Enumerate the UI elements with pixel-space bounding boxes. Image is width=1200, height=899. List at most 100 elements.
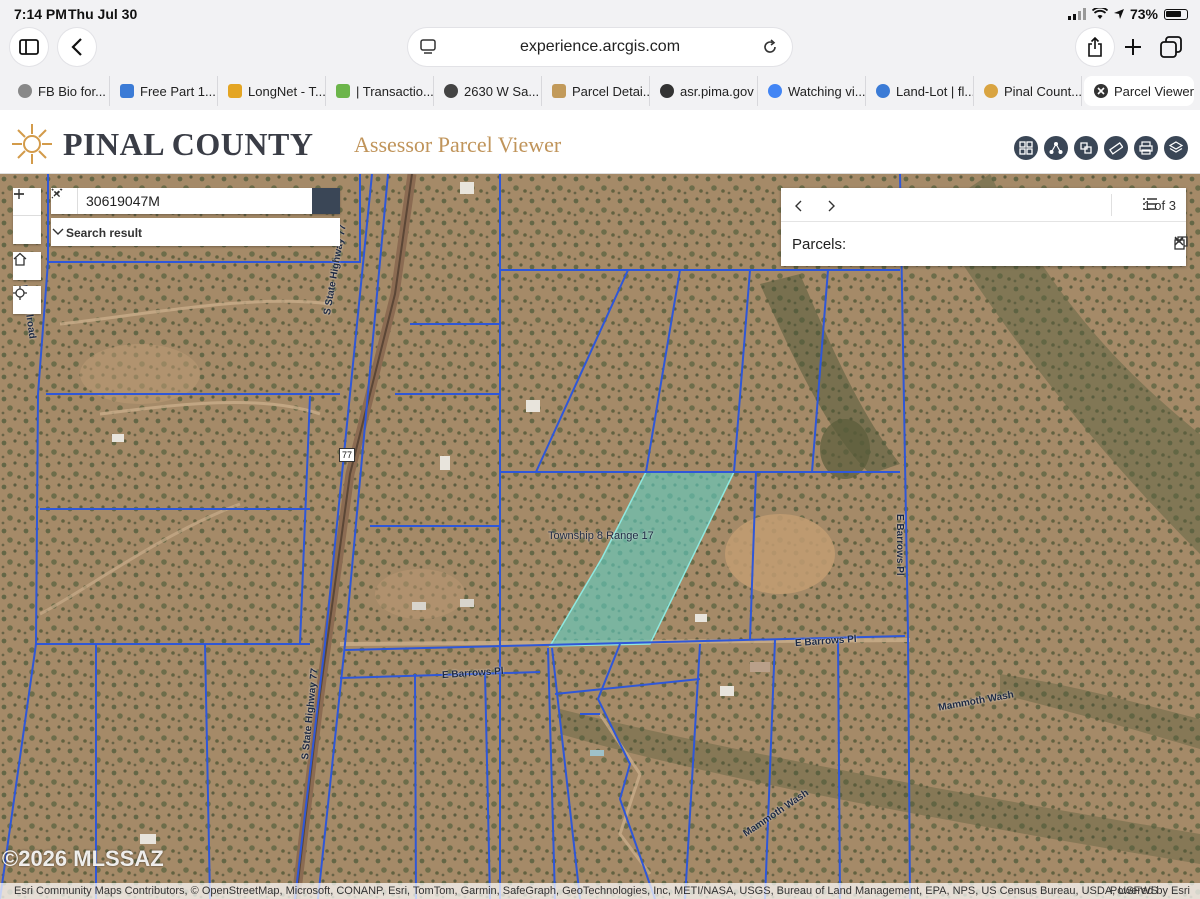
- share-button[interactable]: [1076, 28, 1114, 66]
- search-result-dropdown[interactable]: Search result: [51, 218, 340, 246]
- powered-by-esri[interactable]: Powered by Esri: [1110, 885, 1190, 897]
- previous-feature-button[interactable]: [794, 200, 804, 212]
- divider: [1111, 194, 1112, 216]
- chevron-left-icon: [71, 38, 82, 56]
- popup-nav: 1 of 3: [781, 188, 1186, 222]
- tab-label: | Transactio...: [356, 83, 434, 99]
- popup-title: Parcels:: [792, 236, 847, 253]
- tab-label: Pinal Count...: [1004, 83, 1082, 99]
- leaf-icon: [336, 84, 350, 98]
- next-feature-button[interactable]: [826, 200, 836, 212]
- app-header: PINAL COUNTY Assessor Parcel Viewer: [0, 110, 1200, 174]
- status-indicators: 73%: [1067, 6, 1188, 22]
- search-button[interactable]: [51, 188, 340, 214]
- tab-label: Parcel Detai...: [572, 83, 650, 99]
- barrows-label-vertical: E Barrows Pl: [894, 514, 905, 576]
- locate-button[interactable]: [13, 286, 41, 314]
- minus-icon: [14, 193, 24, 195]
- browser-tab-active[interactable]: Parcel Viewer: [1084, 76, 1194, 106]
- search-widget: Search result: [51, 188, 340, 246]
- chart-icon: [228, 84, 242, 98]
- tab-label: FB Bio for...: [38, 83, 106, 99]
- measure-icon: [1109, 142, 1123, 155]
- home-icon: [13, 252, 27, 266]
- close-icon[interactable]: [1174, 236, 1184, 246]
- back-button[interactable]: [58, 28, 96, 66]
- sidebar-icon: [19, 39, 39, 55]
- map-view[interactable]: 77 Township 8 Range 17 S State Highway 7…: [0, 174, 1200, 899]
- header-toolbar: [1014, 136, 1188, 160]
- search-icon: [51, 188, 65, 202]
- tab-overview-button[interactable]: [1158, 34, 1184, 60]
- doc-icon: [120, 84, 134, 98]
- browser-tab[interactable]: FB Bio for...: [8, 76, 110, 106]
- status-bar: 7:14 PM Thu Jul 30 73%: [0, 0, 1200, 28]
- layers-button[interactable]: [1164, 136, 1188, 160]
- google-icon: [768, 84, 782, 98]
- map-attribution: Esri Community Maps Contributors, © Open…: [0, 883, 1200, 899]
- search-input[interactable]: [78, 188, 286, 214]
- browser-tab[interactable]: Free Part 1...: [110, 76, 218, 106]
- share-icon: [1088, 37, 1102, 57]
- browser-tab[interactable]: Pinal Count...: [974, 76, 1082, 106]
- search-result-label: Search result: [66, 226, 143, 240]
- plus-icon: [1125, 39, 1141, 55]
- share-map-button[interactable]: [1044, 136, 1068, 160]
- close-icon[interactable]: [1094, 84, 1108, 98]
- basemap-gallery-icon: [1019, 141, 1033, 155]
- layer-list-icon: [1080, 142, 1092, 154]
- browser-tab[interactable]: LongNet - T...: [218, 76, 326, 106]
- list-icon: [1143, 198, 1158, 210]
- feature-menu-button[interactable]: 1 of 3: [1143, 198, 1176, 213]
- new-tab-button[interactable]: [1120, 34, 1146, 60]
- browser-tab[interactable]: asr.pima.gov: [650, 76, 758, 106]
- browser-tab[interactable]: Parcel Detai...: [542, 76, 650, 106]
- globe-icon: [18, 84, 32, 98]
- globe-icon: [444, 84, 458, 98]
- address-bar[interactable]: experience.arcgis.com: [408, 28, 792, 66]
- attribution-text: Esri Community Maps Contributors, © Open…: [14, 885, 1158, 897]
- tab-label: Parcel Viewer: [1114, 83, 1194, 99]
- app-title: PINAL COUNTY: [63, 126, 314, 162]
- measure-button[interactable]: [1104, 136, 1128, 160]
- cellular-icon: [1067, 8, 1086, 20]
- parcel-popup: 1 of 3 Parcels:: [781, 188, 1188, 266]
- tab-label: 2630 W Sa...: [464, 83, 540, 99]
- tab-label: LongNet - T...: [248, 83, 326, 99]
- sidebar-button[interactable]: [10, 28, 48, 66]
- seal-icon: [552, 84, 566, 98]
- location-icon: [1113, 9, 1124, 19]
- chevron-down-icon: [52, 228, 64, 235]
- pin-icon: [876, 84, 890, 98]
- home-button[interactable]: [13, 252, 41, 280]
- clear-search-button[interactable]: [51, 188, 312, 214]
- browser-toolbar: experience.arcgis.com: [0, 28, 1200, 72]
- browser-tab[interactable]: Land-Lot | fl...: [866, 76, 974, 106]
- tab-label: Watching vi...: [788, 83, 866, 99]
- locate-icon: [13, 286, 27, 300]
- battery-icon: [1164, 8, 1188, 20]
- zoom-out-button[interactable]: [13, 193, 41, 244]
- tabs-icon: [1160, 36, 1182, 58]
- layer-list-button[interactable]: [1074, 136, 1098, 160]
- print-button[interactable]: [1134, 136, 1158, 160]
- sun-icon: [984, 84, 998, 98]
- reload-icon[interactable]: [762, 39, 778, 55]
- township-label: Township 8 Range 17: [548, 530, 654, 542]
- tab-label: Free Part 1...: [140, 83, 216, 99]
- browser-tab[interactable]: | Transactio...: [326, 76, 434, 106]
- status-date: Thu Jul 30: [68, 6, 138, 22]
- highway-shield: 77: [339, 448, 355, 462]
- tab-label: Land-Lot | fl...: [896, 83, 974, 99]
- tab-strip: FB Bio for... Free Part 1... LongNet - T…: [0, 72, 1200, 110]
- browser-tab[interactable]: Watching vi...: [758, 76, 866, 106]
- print-icon: [1139, 141, 1153, 155]
- url-text: experience.arcgis.com: [519, 38, 681, 55]
- status-time: 7:14 PM: [14, 6, 67, 22]
- basemap-gallery-button[interactable]: [1014, 136, 1038, 160]
- pinal-county-logo: [12, 124, 52, 164]
- battery-percent: 73%: [1129, 6, 1158, 22]
- mls-watermark: ©2026 MLSSAZ: [2, 846, 164, 871]
- share-icon: [1049, 142, 1063, 154]
- browser-tab[interactable]: 2630 W Sa...: [434, 76, 542, 106]
